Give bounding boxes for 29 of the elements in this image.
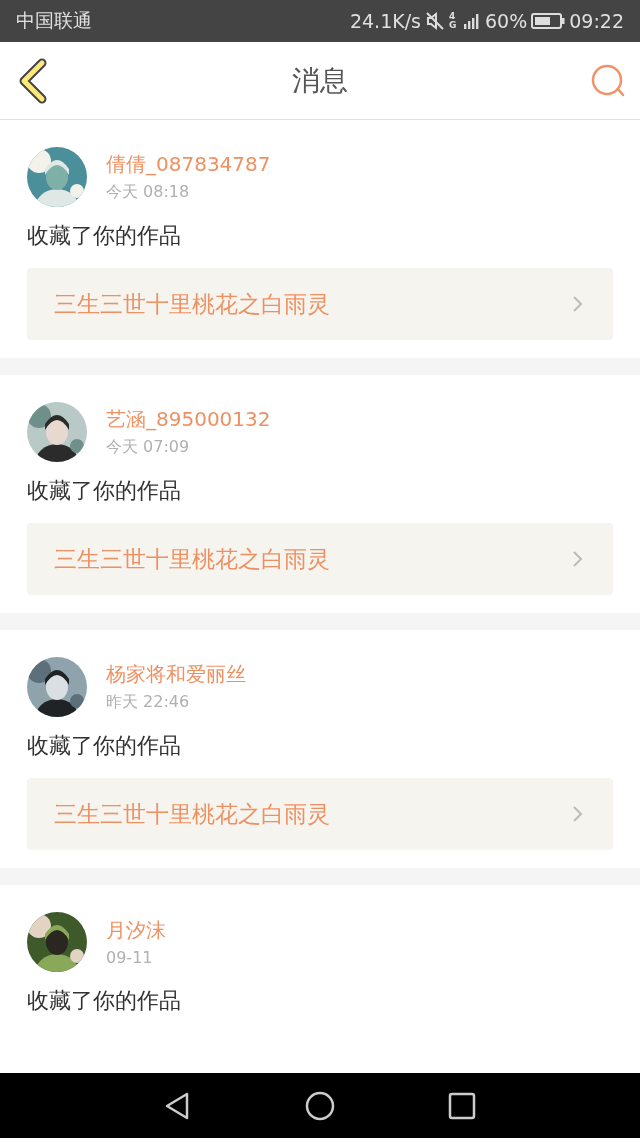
user-name[interactable]: 杨家将和爱丽丝 bbox=[106, 661, 246, 688]
mute-icon bbox=[425, 11, 445, 31]
message-time: 今天 07:09 bbox=[106, 437, 191, 458]
network-type: 4G bbox=[449, 12, 458, 30]
message-text: 收藏了你的作品 bbox=[27, 477, 182, 505]
message-time: 今天 08:18 bbox=[106, 182, 191, 203]
work-link[interactable]: 三生三世十里桃花之白雨灵 bbox=[27, 778, 613, 850]
user-name[interactable]: 倩倩_087834787 bbox=[106, 151, 271, 178]
message-time: 09-11 bbox=[106, 948, 154, 967]
user-name[interactable]: 月汐沫 bbox=[106, 917, 166, 944]
message-text: 收藏了你的作品 bbox=[27, 222, 182, 250]
message-text: 收藏了你的作品 bbox=[27, 732, 182, 760]
network-speed: 24.1K/s bbox=[349, 10, 421, 32]
work-link[interactable]: 三生三世十里桃花之白雨灵 bbox=[27, 523, 613, 595]
recents-icon[interactable] bbox=[447, 1090, 477, 1121]
clock: 09:22 bbox=[569, 10, 624, 32]
home-icon[interactable] bbox=[305, 1090, 335, 1121]
page-title: 消息 bbox=[292, 62, 348, 99]
battery-percent: 60% bbox=[485, 10, 528, 32]
signal-icon bbox=[463, 12, 481, 30]
chevron-icon bbox=[571, 549, 585, 569]
carrier-name: 中国联通 bbox=[16, 8, 92, 33]
work-link[interactable]: 三生三世十里桃花之白雨灵 bbox=[27, 268, 613, 340]
user-name[interactable]: 艺涵_895000132 bbox=[106, 406, 271, 433]
battery-icon bbox=[531, 12, 566, 30]
message-text: 收藏了你的作品 bbox=[27, 987, 182, 1015]
chevron-icon bbox=[571, 294, 585, 314]
message-time: 昨天 22:46 bbox=[106, 692, 191, 713]
chevron-icon bbox=[571, 804, 585, 824]
